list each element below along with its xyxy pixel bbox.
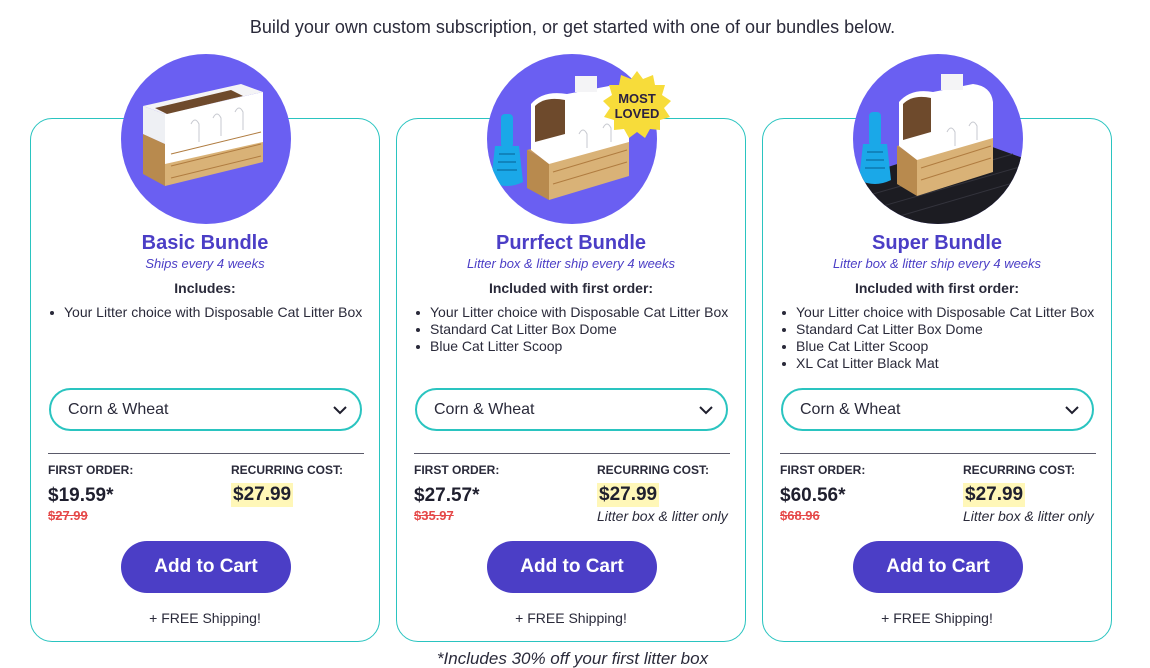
add-to-cart-button[interactable]: Add to Cart [853,541,1023,593]
chevron-down-icon [699,406,713,415]
divider [48,453,364,454]
bundle-card-purrfect: MOST LOVED Purrfect Bundle Litter box & … [396,54,746,642]
footnote: *Includes 30% off your first litter box [436,649,709,668]
bundle-name: Super Bundle [871,232,1002,254]
free-shipping-text: + FREE Shipping! [881,610,993,626]
included-items-list: Your Litter choice with Disposable Cat L… [414,304,744,355]
chevron-down-icon [333,406,347,415]
bundle-image [121,54,291,224]
divider [780,453,1096,454]
bundle-image [853,54,1023,224]
includes-title: Included with first order: [488,280,654,296]
ship-frequency: Litter box & litter ship every 4 weeks [832,256,1042,271]
litter-select-value: Corn & Wheat [434,400,535,418]
divider [414,453,730,454]
bundle-name: Purrfect Bundle [495,232,647,254]
first-order-price: $60.56* [780,485,846,506]
recurring-cost-label: RECURRING COST: [963,463,1076,477]
scoop-shape [491,114,523,186]
litter-select[interactable]: Corn & Wheat [49,388,362,431]
chevron-down-icon [1065,406,1079,415]
recurring-note: Litter box & litter only [963,508,1094,524]
intro-text: Build your own custom subscription, or g… [249,17,896,37]
included-items-list: Your Litter choice with Disposable Cat L… [48,304,378,321]
scoop-shape [859,112,891,184]
most-loved-badge: MOST LOVED [602,71,672,141]
first-order-price: $19.59* [48,485,114,506]
first-order-price: $27.57* [414,485,480,506]
bundle-name: Basic Bundle [141,232,269,254]
original-price: $35.97 [414,508,454,523]
litter-box-icon [143,84,263,186]
first-order-label: FIRST ORDER: [48,463,134,477]
recurring-price: $27.99 [963,483,1026,507]
litter-select[interactable]: Corn & Wheat [781,388,1094,431]
recurring-note: Litter box & litter only [597,508,728,524]
add-to-cart-button[interactable]: Add to Cart [121,541,291,593]
first-order-label: FIRST ORDER: [780,463,866,477]
free-shipping-text: + FREE Shipping! [149,610,261,626]
recurring-cost-label: RECURRING COST: [231,463,344,477]
bundle-card-super: Super Bundle Litter box & litter ship ev… [762,54,1112,642]
list-item: Your Litter choice with Disposable Cat L… [48,304,378,321]
original-price: $68.96 [780,508,820,523]
original-price: $27.99 [48,508,88,523]
list-item: Your Litter choice with Disposable Cat L… [414,304,744,321]
ship-frequency: Litter box & litter ship every 4 weeks [466,256,676,271]
ship-frequency: Ships every 4 weeks [145,256,265,271]
free-shipping-text: + FREE Shipping! [515,610,627,626]
badge-label: MOST LOVED [614,91,660,121]
included-items-list: Your Litter choice with Disposable Cat L… [780,304,1110,372]
add-to-cart-button[interactable]: Add to Cart [487,541,657,593]
list-item: Blue Cat Litter Scoop [414,338,744,355]
includes-title: Included with first order: [854,280,1020,296]
includes-title: Includes: [174,280,236,296]
recurring-price: $27.99 [231,483,294,507]
litter-select-value: Corn & Wheat [68,400,169,418]
first-order-label: FIRST ORDER: [414,463,500,477]
list-item: XL Cat Litter Black Mat [780,355,1110,372]
recurring-cost-label: RECURRING COST: [597,463,710,477]
bundle-card-basic: Basic Bundle Ships every 4 weeks Include… [30,54,380,642]
litter-select[interactable]: Corn & Wheat [415,388,728,431]
litter-box-dome-scoop-mat-icon [853,74,1023,224]
list-item: Standard Cat Litter Box Dome [414,321,744,338]
list-item: Your Litter choice with Disposable Cat L… [780,304,1110,321]
list-item: Standard Cat Litter Box Dome [780,321,1110,338]
list-item: Blue Cat Litter Scoop [780,338,1110,355]
litter-select-value: Corn & Wheat [800,400,901,418]
recurring-price: $27.99 [597,483,660,507]
